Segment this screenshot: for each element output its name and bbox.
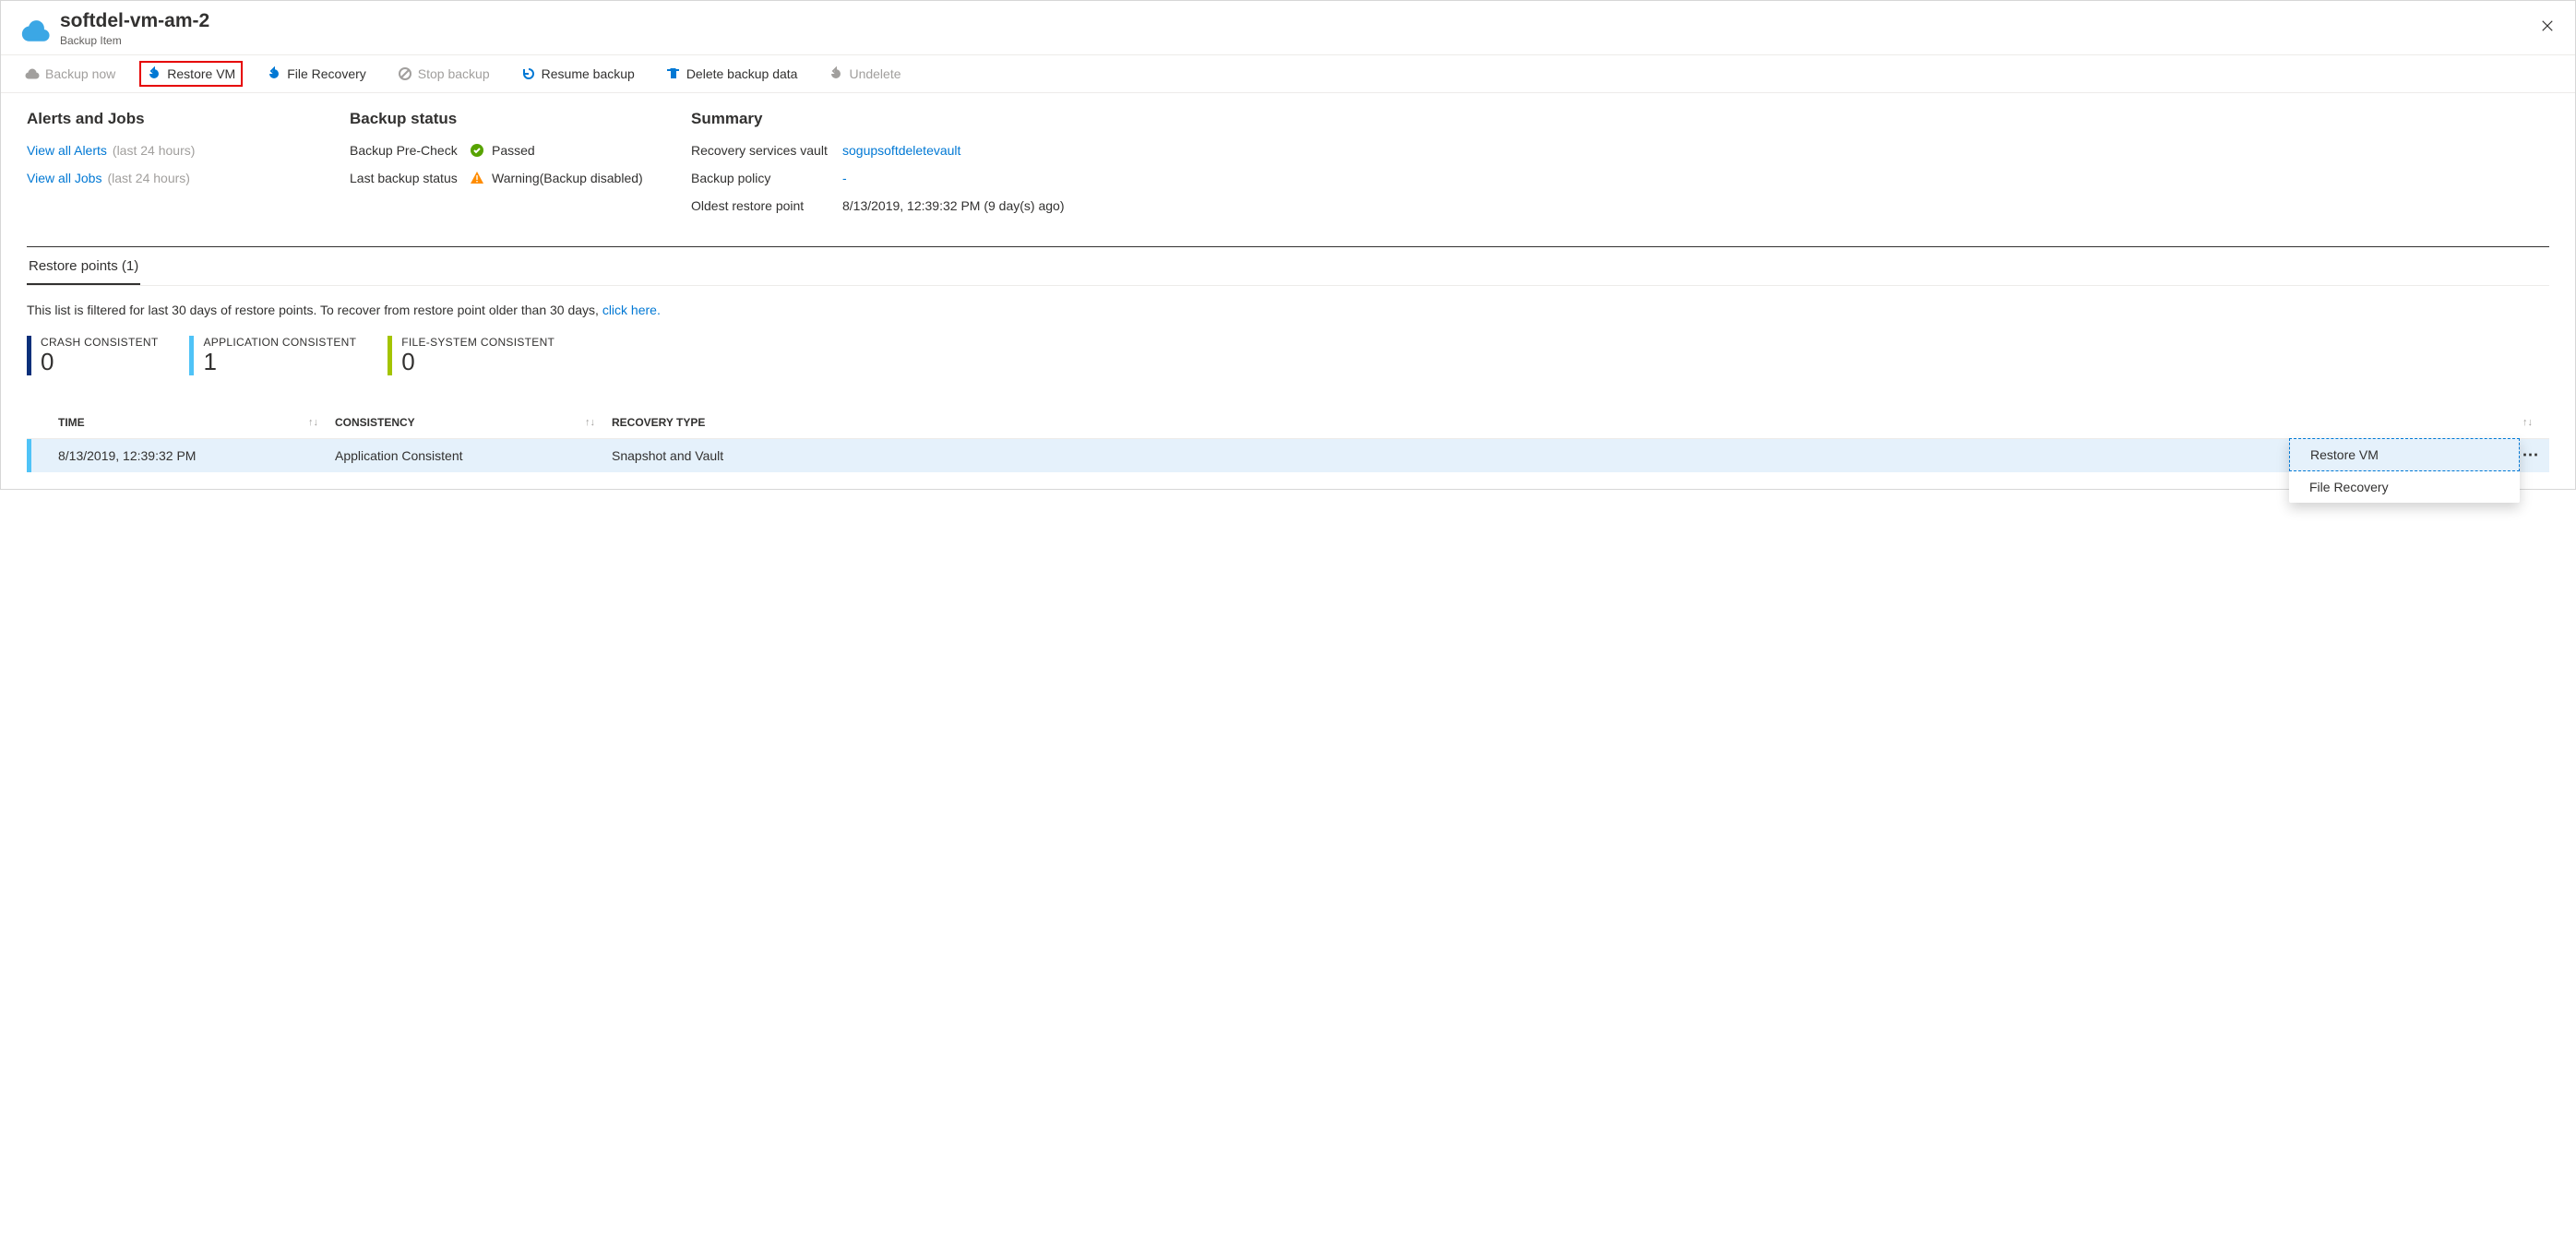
backup-status-section: Backup status Backup Pre-Check Passed La… xyxy=(350,110,691,224)
undelete-label: Undelete xyxy=(849,66,900,81)
content: Alerts and Jobs View all Alerts (last 24… xyxy=(1,93,2575,489)
vault-link[interactable]: sogupsoftdeletevault xyxy=(842,143,960,158)
file-recovery-icon xyxy=(267,66,281,81)
success-icon xyxy=(470,143,484,158)
policy-link[interactable]: - xyxy=(842,171,847,185)
backup-now-icon xyxy=(25,66,40,81)
sort-icon: ↑↓ xyxy=(585,417,595,428)
warning-icon xyxy=(470,171,484,185)
precheck-value: Passed xyxy=(492,143,535,158)
counter-fs-label: FILE-SYSTEM CONSISTENT xyxy=(401,336,555,349)
column-header-recovery-type[interactable]: RECOVERY TYPE↑↓ xyxy=(612,416,2549,429)
resume-backup-icon xyxy=(521,66,536,81)
policy-label: Backup policy xyxy=(691,171,842,185)
backup-item-icon xyxy=(19,14,51,45)
counter-fs-value: 0 xyxy=(401,349,555,375)
toolbar: Backup now Restore VM File Recovery Stop… xyxy=(1,55,2575,93)
alerts-range: (last 24 hours) xyxy=(113,143,195,158)
table-row[interactable]: 8/13/2019, 12:39:32 PM Application Consi… xyxy=(27,439,2549,472)
restore-vm-icon xyxy=(147,66,161,81)
counter-crash: CRASH CONSISTENT 0 xyxy=(27,336,158,375)
undelete-icon xyxy=(829,66,843,81)
vault-label: Recovery services vault xyxy=(691,143,842,158)
close-icon xyxy=(2541,19,2554,32)
row-consistency-bar xyxy=(27,439,31,472)
counter-fs: FILE-SYSTEM CONSISTENT 0 xyxy=(388,336,555,375)
blade-header: softdel-vm-am-2 Backup Item xyxy=(1,1,2575,55)
restore-vm-button[interactable]: Restore VM xyxy=(139,61,243,87)
cell-consistency: Application Consistent xyxy=(335,448,612,463)
file-recovery-button[interactable]: File Recovery xyxy=(261,63,372,85)
blade-subtitle: Backup Item xyxy=(60,34,209,47)
delete-backup-data-icon xyxy=(666,66,681,81)
filter-description: This list is filtered for last 30 days o… xyxy=(27,303,602,317)
counter-crash-label: CRASH CONSISTENT xyxy=(41,336,158,349)
view-all-jobs-link[interactable]: View all Jobs xyxy=(27,171,101,185)
tab-restore-points[interactable]: Restore points (1) xyxy=(27,253,140,285)
counter-app-value: 1 xyxy=(203,349,356,375)
cell-recovery-type: Snapshot and Vault xyxy=(612,448,2518,463)
delete-backup-data-button[interactable]: Delete backup data xyxy=(661,63,804,85)
tab-bar: Restore points (1) xyxy=(27,253,2549,286)
sort-icon: ↑↓ xyxy=(308,417,318,428)
counter-crash-value: 0 xyxy=(41,349,158,375)
grid-header: TIME↑↓ CONSISTENCY↑↓ RECOVERY TYPE↑↓ xyxy=(27,407,2549,439)
alerts-jobs-section: Alerts and Jobs View all Alerts (last 24… xyxy=(27,110,350,224)
counter-app-label: APPLICATION CONSISTENT xyxy=(203,336,356,349)
view-all-alerts-link[interactable]: View all Alerts xyxy=(27,143,107,158)
context-file-recovery[interactable]: File Recovery xyxy=(2289,471,2520,503)
click-here-link[interactable]: click here. xyxy=(602,303,661,317)
alerts-jobs-title: Alerts and Jobs xyxy=(27,110,350,128)
stop-backup-icon xyxy=(398,66,412,81)
column-header-time[interactable]: TIME↑↓ xyxy=(58,416,335,429)
backup-status-title: Backup status xyxy=(350,110,691,128)
section-separator xyxy=(27,246,2549,247)
context-menu: Restore VM File Recovery xyxy=(2289,438,2520,503)
stop-backup-label: Stop backup xyxy=(418,66,490,81)
last-backup-value: Warning(Backup disabled) xyxy=(492,171,643,185)
resume-backup-label: Resume backup xyxy=(542,66,635,81)
backup-now-label: Backup now xyxy=(45,66,115,81)
jobs-range: (last 24 hours) xyxy=(107,171,189,185)
summary-section: Summary Recovery services vault sogupsof… xyxy=(691,110,2549,224)
info-row: Alerts and Jobs View all Alerts (last 24… xyxy=(27,110,2549,224)
file-recovery-label: File Recovery xyxy=(287,66,366,81)
oldest-value: 8/13/2019, 12:39:32 PM (9 day(s) ago) xyxy=(842,198,1064,213)
counters: CRASH CONSISTENT 0 APPLICATION CONSISTEN… xyxy=(27,336,2549,375)
precheck-label: Backup Pre-Check xyxy=(350,143,470,158)
oldest-label: Oldest restore point xyxy=(691,198,842,213)
stop-backup-button: Stop backup xyxy=(392,63,495,85)
counter-app: APPLICATION CONSISTENT 1 xyxy=(189,336,356,375)
cell-time: 8/13/2019, 12:39:32 PM xyxy=(58,448,335,463)
blade-title: softdel-vm-am-2 xyxy=(60,10,209,32)
backup-now-button: Backup now xyxy=(19,63,121,85)
sort-icon: ↑↓ xyxy=(2522,417,2533,428)
resume-backup-button[interactable]: Resume backup xyxy=(516,63,640,85)
blade-title-wrap: softdel-vm-am-2 Backup Item xyxy=(60,10,209,47)
restore-vm-label: Restore VM xyxy=(167,66,235,81)
delete-backup-data-label: Delete backup data xyxy=(686,66,798,81)
summary-title: Summary xyxy=(691,110,2549,128)
close-button[interactable] xyxy=(2534,12,2560,38)
row-more-actions[interactable]: ⋯ xyxy=(2518,446,2546,465)
filter-text: This list is filtered for last 30 days o… xyxy=(27,303,2549,317)
last-backup-label: Last backup status xyxy=(350,171,470,185)
column-header-consistency[interactable]: CONSISTENCY↑↓ xyxy=(335,416,612,429)
context-restore-vm[interactable]: Restore VM xyxy=(2289,438,2520,471)
undelete-button: Undelete xyxy=(823,63,906,85)
